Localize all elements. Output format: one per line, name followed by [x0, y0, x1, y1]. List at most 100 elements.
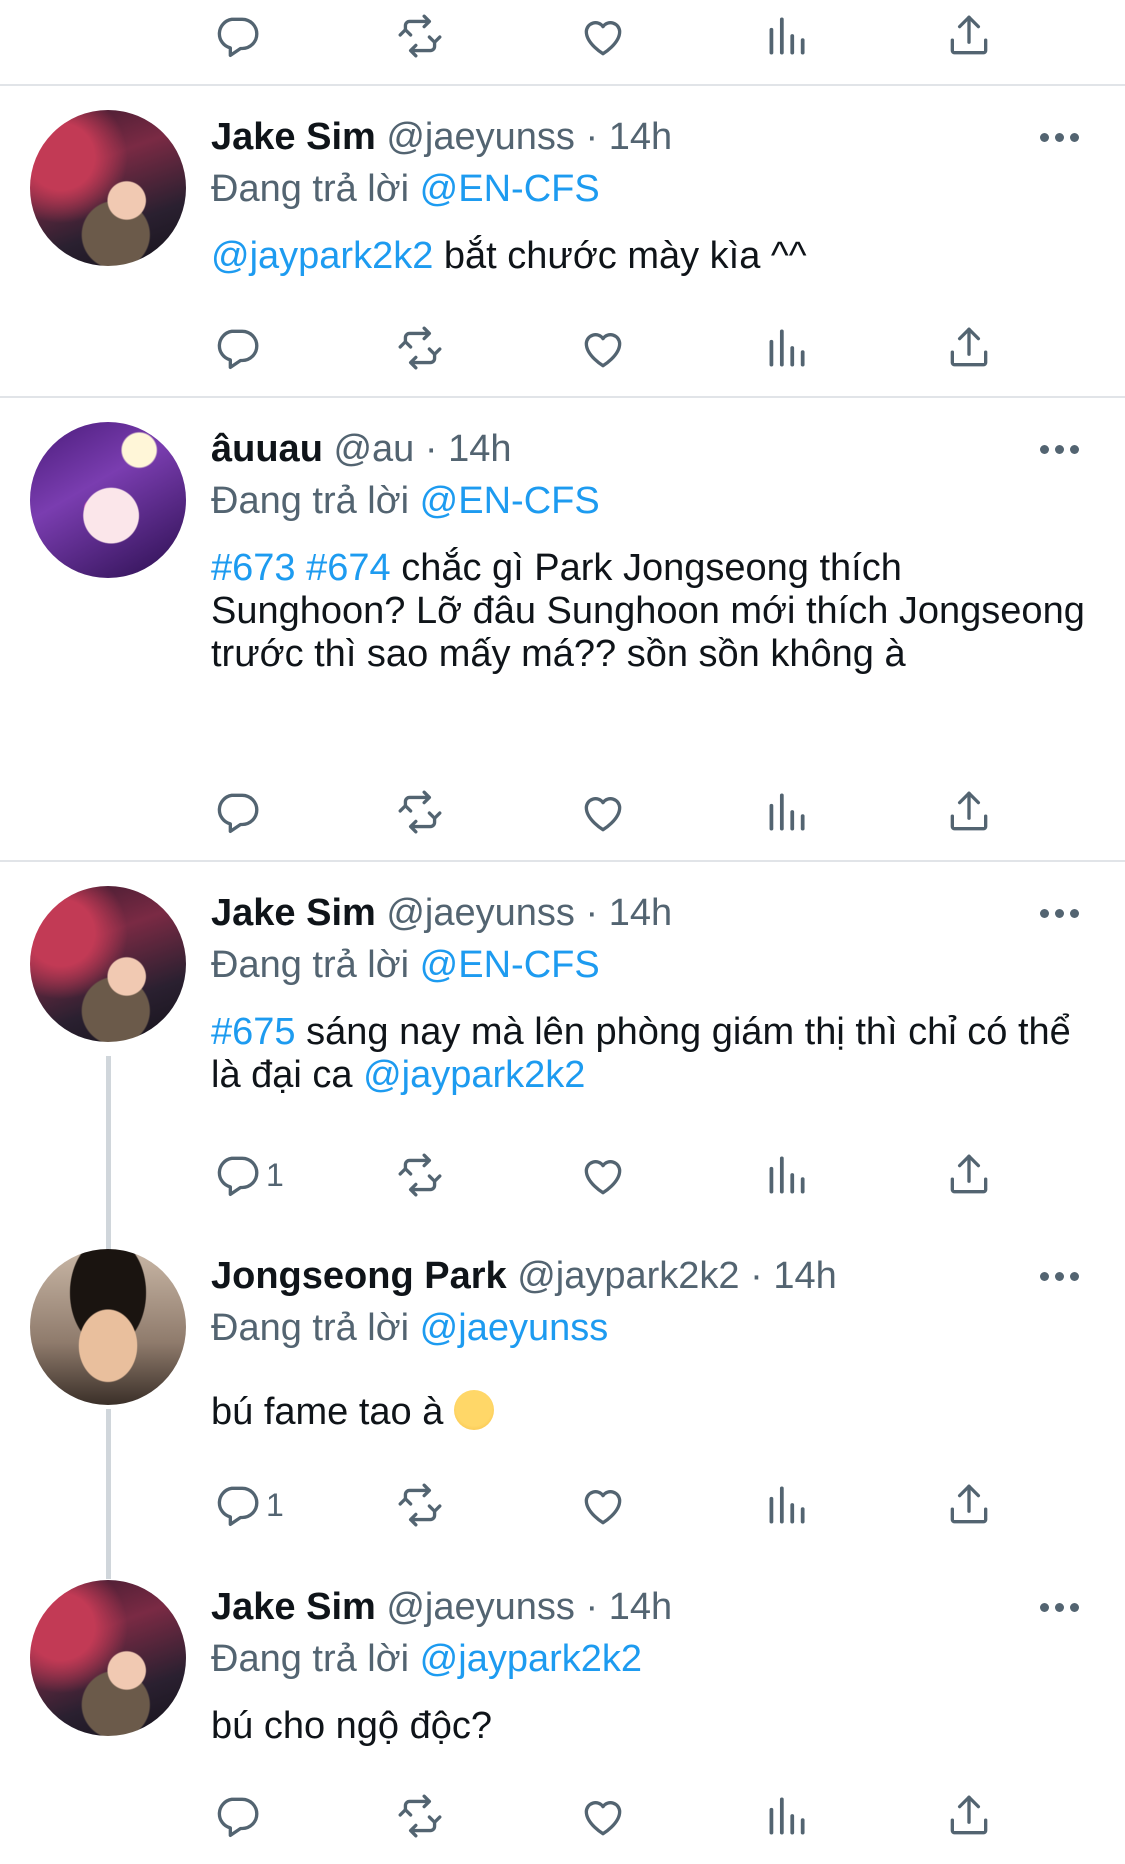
user-handle[interactable]: @jaeyunss [386, 116, 575, 158]
display-name[interactable]: âuuau [211, 428, 323, 470]
like-icon [578, 1480, 628, 1530]
replying-to-link[interactable]: @jaeyunss [420, 1307, 609, 1349]
display-name[interactable]: Jake Sim [211, 116, 376, 158]
timestamp[interactable]: 14h [609, 892, 672, 934]
timestamp[interactable]: 14h [609, 1586, 672, 1628]
display-name[interactable]: Jongseong Park [211, 1255, 507, 1297]
share-button[interactable] [944, 1786, 994, 1846]
share-button[interactable] [944, 318, 994, 378]
share-icon [944, 11, 994, 61]
replying-to: Đang trả lời @EN-CFS [211, 478, 600, 524]
display-name[interactable]: Jake Sim [211, 1586, 376, 1628]
timestamp[interactable]: 14h [609, 116, 672, 158]
retweet-icon [395, 1150, 445, 1200]
avatar[interactable] [30, 1249, 186, 1405]
like-button[interactable] [578, 1786, 628, 1846]
hashtag-link[interactable]: #675 [211, 1011, 296, 1053]
mention-link[interactable]: @jaypark2k2 [363, 1054, 585, 1096]
action-bar: 1 [0, 1475, 1125, 1535]
replying-to-link[interactable]: @EN-CFS [420, 480, 600, 522]
more-button[interactable] [1040, 909, 1084, 921]
replying-label: Đang trả lời [211, 944, 410, 986]
avatar[interactable] [30, 422, 186, 578]
retweet-button[interactable] [395, 1475, 445, 1535]
analytics-icon [761, 1791, 811, 1841]
user-handle[interactable]: @au [333, 428, 414, 470]
dot-separator: · [750, 1255, 763, 1297]
more-button[interactable] [1040, 1272, 1084, 1284]
mention-link[interactable]: @jaypark2k2 [211, 235, 433, 277]
like-button[interactable] [578, 1475, 628, 1535]
hashtag-link[interactable]: #673 #674 [211, 547, 391, 589]
tweet-text: bú fame tao à [211, 1390, 1091, 1434]
separator [0, 860, 1125, 862]
share-icon [944, 787, 994, 837]
avatar[interactable] [30, 110, 186, 266]
like-icon [578, 1791, 628, 1841]
analytics-button[interactable] [761, 1475, 811, 1535]
analytics-button[interactable] [761, 1145, 811, 1205]
like-icon [578, 323, 628, 373]
analytics-icon [761, 1480, 811, 1530]
more-button[interactable] [1040, 1603, 1084, 1615]
share-icon [944, 1150, 994, 1200]
replying-to: Đang trả lời @jaypark2k2 [211, 1636, 642, 1682]
replying-to-link[interactable]: @EN-CFS [420, 944, 600, 986]
reply-icon [212, 787, 262, 837]
reply-button[interactable]: 1 [212, 1475, 284, 1535]
separator [0, 84, 1125, 86]
replying-to-link[interactable]: @jaypark2k2 [420, 1638, 642, 1680]
action-bar: 1 [0, 1145, 1125, 1205]
like-icon [578, 11, 628, 61]
share-button[interactable] [944, 1475, 994, 1535]
reply-icon [212, 323, 262, 373]
share-icon [944, 323, 994, 373]
like-button[interactable] [578, 782, 628, 842]
smirking-face-emoji [453, 1390, 494, 1430]
replying-to: Đang trả lời @EN-CFS [211, 942, 600, 988]
share-icon [944, 1791, 994, 1841]
more-button[interactable] [1040, 445, 1084, 457]
action-bar [0, 782, 1125, 842]
like-button[interactable] [578, 6, 628, 66]
dot-separator: · [424, 428, 438, 470]
retweet-button[interactable] [395, 318, 445, 378]
analytics-button[interactable] [761, 1786, 811, 1846]
avatar[interactable] [30, 1580, 186, 1736]
reply-button[interactable] [212, 1786, 262, 1846]
retweet-button[interactable] [395, 1786, 445, 1846]
like-button[interactable] [578, 318, 628, 378]
reply-count: 1 [266, 1156, 284, 1193]
action-bar [0, 318, 1125, 378]
reply-icon [212, 1791, 262, 1841]
more-icon [1040, 1272, 1049, 1281]
share-button[interactable] [944, 6, 994, 66]
replying-to-link[interactable]: @EN-CFS [420, 168, 600, 210]
retweet-icon [395, 11, 445, 61]
retweet-button[interactable] [395, 6, 445, 66]
like-button[interactable] [578, 1145, 628, 1205]
avatar[interactable] [30, 886, 186, 1042]
analytics-button[interactable] [761, 6, 811, 66]
analytics-icon [761, 11, 811, 61]
reply-button[interactable] [212, 6, 262, 66]
retweet-button[interactable] [395, 1145, 445, 1205]
user-handle[interactable]: @jaeyunss [386, 892, 575, 934]
share-button[interactable] [944, 782, 994, 842]
analytics-button[interactable] [761, 782, 811, 842]
reply-button[interactable]: 1 [212, 1145, 284, 1205]
user-handle[interactable]: @jaypark2k2 [517, 1255, 739, 1297]
reply-button[interactable] [212, 782, 262, 842]
retweet-button[interactable] [395, 782, 445, 842]
share-button[interactable] [944, 1145, 994, 1205]
more-button[interactable] [1040, 133, 1084, 145]
separator [0, 396, 1125, 398]
analytics-icon [761, 787, 811, 837]
timestamp[interactable]: 14h [448, 428, 511, 470]
timestamp[interactable]: 14h [773, 1255, 836, 1297]
reply-button[interactable] [212, 318, 262, 378]
user-handle[interactable]: @jaeyunss [386, 1586, 575, 1628]
tweet-body: sáng nay mà lên phòng giám thị thì chỉ c… [211, 1011, 1071, 1096]
analytics-button[interactable] [761, 318, 811, 378]
display-name[interactable]: Jake Sim [211, 892, 376, 934]
